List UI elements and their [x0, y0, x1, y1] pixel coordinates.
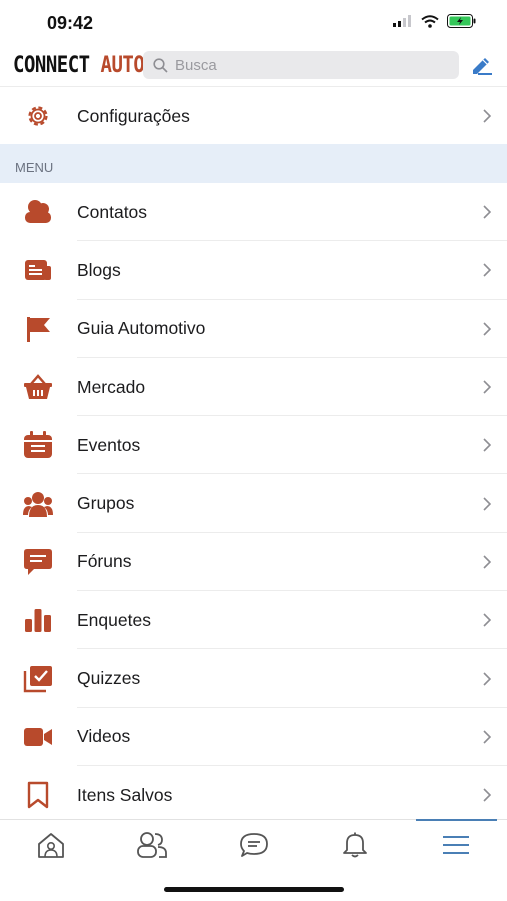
- flag-icon: [23, 314, 53, 344]
- chevron-right-icon: [483, 109, 491, 123]
- tab-notifications[interactable]: [335, 828, 375, 862]
- status-time: 09:42: [47, 13, 94, 33]
- signal-icon: [393, 15, 411, 27]
- menu-item-blogs[interactable]: Blogs: [0, 241, 507, 300]
- forum-icon: [23, 547, 53, 577]
- chevron-right-icon: [483, 788, 491, 802]
- menu-item-enquetes[interactable]: Enquetes: [0, 591, 507, 650]
- menu-item-label: Fóruns: [77, 551, 132, 572]
- menu-item-label: Contatos: [77, 201, 148, 222]
- chevron-right-icon: [483, 613, 491, 627]
- status-icons: [393, 14, 477, 28]
- menu-item-label: Grupos: [77, 493, 135, 514]
- basket-icon: [23, 372, 53, 402]
- chevron-right-icon: [483, 380, 491, 394]
- logo-main-text: CONNECT: [13, 52, 90, 78]
- search-box[interactable]: [143, 51, 459, 79]
- home-indicator: [164, 887, 344, 892]
- chevron-right-icon: [483, 671, 491, 686]
- chevron-right-icon: [483, 263, 491, 278]
- menu-item-label: Guia Automotivo: [77, 318, 206, 339]
- menu-item-grupos[interactable]: Grupos: [0, 474, 507, 533]
- battery-icon: [447, 14, 476, 28]
- people-icon: [137, 832, 167, 858]
- app-header: CONNECT AUTO: [0, 46, 507, 86]
- video-icon: [23, 722, 53, 752]
- menu-list: Contatos Blogs Guia Automotivo Mercado E…: [0, 183, 507, 824]
- menu-item-guia-automotivo[interactable]: Guia Automotivo: [0, 300, 507, 358]
- menu-item-label: Enquetes: [77, 609, 151, 630]
- search-input[interactable]: [175, 56, 445, 74]
- chevron-right-icon: [483, 438, 491, 452]
- menu-item-label: Quizzes: [77, 668, 141, 689]
- chevron-right-icon: [483, 322, 491, 336]
- logo-accent-text: AUTO: [100, 52, 145, 78]
- home-icon: [38, 833, 64, 858]
- tab-home[interactable]: [31, 828, 71, 862]
- menu-item-contatos[interactable]: Contatos: [0, 183, 507, 242]
- bookmark-icon: [23, 780, 53, 810]
- chevron-right-icon: [483, 205, 491, 219]
- contacts-icon: [23, 197, 53, 227]
- menu-item-label: Eventos: [77, 434, 141, 455]
- menu-item-label: Itens Salvos: [77, 784, 173, 805]
- chevron-right-icon: [483, 497, 491, 511]
- menu-item-videos[interactable]: Videos: [0, 708, 507, 766]
- settings-label: Configurações: [77, 105, 190, 126]
- blog-icon: [23, 255, 53, 285]
- menu-section-label: MENU: [15, 160, 54, 175]
- tab-contacts[interactable]: [132, 828, 172, 862]
- menu-section-header: MENU: [0, 144, 507, 183]
- quiz-icon: [23, 664, 53, 694]
- menu-item-foruns[interactable]: Fóruns: [0, 533, 507, 592]
- calendar-icon: [23, 430, 53, 460]
- wifi-icon: [421, 14, 439, 28]
- app-logo: CONNECT AUTO: [13, 52, 145, 78]
- gear-icon: [23, 101, 53, 131]
- menu-item-label: Mercado: [77, 376, 146, 397]
- settings-row[interactable]: Configurações: [0, 86, 507, 145]
- menu-item-eventos[interactable]: Eventos: [0, 416, 507, 475]
- menu-item-label: Blogs: [77, 259, 121, 280]
- active-tab-indicator: [416, 819, 497, 821]
- compose-icon: [473, 58, 492, 75]
- group-icon: [23, 489, 53, 519]
- tab-menu[interactable]: [436, 828, 476, 862]
- menu-item-quizzes[interactable]: Quizzes: [0, 649, 507, 708]
- chevron-right-icon: [483, 555, 491, 569]
- poll-icon: [23, 605, 53, 635]
- menu-item-mercado[interactable]: Mercado: [0, 358, 507, 417]
- menu-icon: [443, 836, 469, 854]
- search-icon: [153, 57, 168, 73]
- status-bar: 09:42: [0, 0, 507, 46]
- tab-messages[interactable]: [234, 828, 274, 862]
- chat-icon: [240, 833, 268, 857]
- menu-item-label: Videos: [77, 726, 131, 747]
- bell-icon: [343, 832, 367, 858]
- compose-button[interactable]: [470, 54, 494, 81]
- menu-item-itens-salvos[interactable]: Itens Salvos: [0, 766, 507, 824]
- chevron-right-icon: [483, 730, 491, 744]
